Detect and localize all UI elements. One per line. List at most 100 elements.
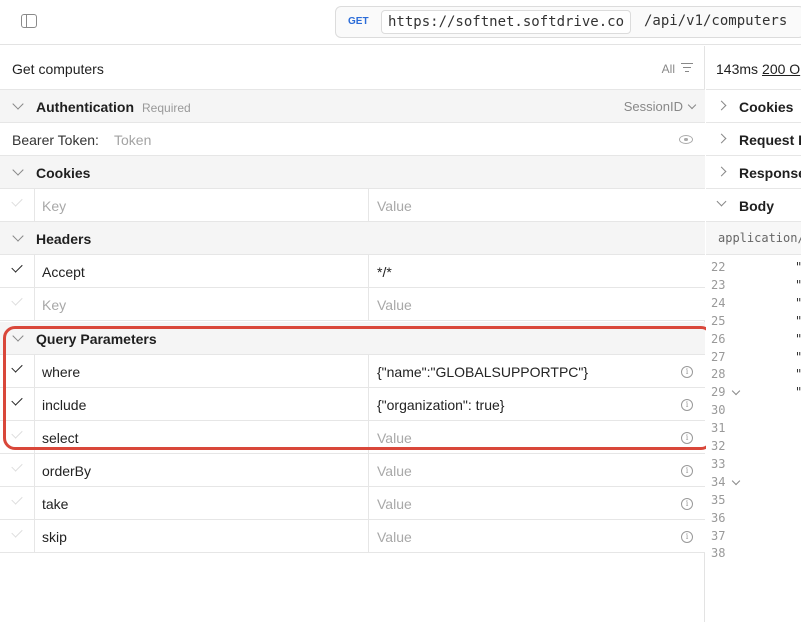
code-fragment: " — [795, 278, 801, 292]
query-param-row: skip Value i — [0, 520, 705, 553]
section-title: Headers — [36, 231, 92, 247]
line-number: 25 — [711, 313, 726, 328]
url-bar[interactable]: GET https://softnet.softdrive.co /api/v1… — [335, 6, 801, 38]
section-label: Response — [739, 165, 801, 181]
checkbox[interactable] — [11, 526, 23, 538]
line-number: 28 — [711, 367, 726, 382]
info-icon[interactable]: i — [681, 432, 693, 444]
query-param-row: orderBy Value i — [0, 454, 705, 487]
content-type: application/ — [718, 231, 801, 245]
content-type-row: application/ — [706, 222, 801, 255]
section-authentication[interactable]: Authentication Required SessionID — [0, 90, 705, 123]
code-fragment: " — [795, 385, 801, 399]
value-input[interactable]: Value — [377, 463, 412, 479]
section-title: Cookies — [36, 165, 91, 181]
auth-type-select[interactable]: SessionID — [624, 99, 683, 114]
checkbox[interactable] — [11, 261, 23, 273]
filter-label[interactable]: All — [662, 62, 675, 76]
section-query-parameters[interactable]: Query Parameters — [0, 322, 705, 355]
section-headers[interactable]: Headers — [0, 222, 705, 255]
response-section-cookies[interactable]: Cookies — [706, 90, 801, 123]
value-input[interactable]: Value — [377, 297, 412, 313]
response-status: 143ms 200 O — [716, 61, 800, 77]
section-cookies[interactable]: Cookies — [0, 156, 705, 189]
value-input[interactable]: {"organization": true} — [377, 397, 504, 413]
checkbox[interactable] — [11, 394, 23, 406]
checkbox[interactable] — [11, 361, 23, 373]
status-code[interactable]: 200 O — [762, 61, 800, 77]
section-title: Authentication — [36, 99, 134, 115]
value-input[interactable]: Value — [377, 496, 412, 512]
code-fragment: " — [795, 260, 801, 274]
checkbox[interactable] — [11, 195, 23, 207]
header-row: Key Value — [0, 288, 705, 321]
query-param-row: include {"organization": true} i — [0, 388, 705, 421]
chevron-down-icon — [716, 196, 727, 207]
value-input[interactable]: Value — [377, 529, 412, 545]
line-number: 37 — [711, 528, 726, 543]
top-bar: GET https://softnet.softdrive.co /api/v1… — [0, 0, 801, 45]
sidebar-toggle-icon[interactable] — [21, 14, 37, 28]
line-number: 35 — [711, 492, 726, 507]
line-number: 26 — [711, 331, 726, 346]
key-input[interactable]: orderBy — [42, 463, 91, 479]
section-label: Body — [739, 198, 774, 214]
line-number: 31 — [711, 421, 726, 436]
checkbox[interactable] — [11, 294, 23, 306]
chevron-down-icon[interactable] — [687, 100, 697, 110]
response-section-body[interactable]: Body — [706, 189, 801, 222]
key-input[interactable]: where — [42, 364, 80, 380]
key-input[interactable]: Key — [42, 297, 66, 313]
line-number: 27 — [711, 349, 726, 364]
response-panel: 143ms 200 O Cookies Request I Response Bo… — [706, 46, 801, 622]
code-fragment: " — [795, 296, 801, 310]
chevron-down-icon — [12, 164, 24, 176]
response-section-request-info[interactable]: Request I — [706, 123, 801, 156]
checkbox[interactable] — [11, 427, 23, 439]
checkbox[interactable] — [11, 460, 23, 472]
token-input[interactable]: Token — [114, 132, 151, 148]
value-input[interactable]: Value — [377, 198, 412, 214]
filter-icon[interactable] — [681, 63, 693, 73]
section-label: Request I — [739, 132, 801, 148]
info-icon[interactable]: i — [681, 465, 693, 477]
line-number: 24 — [711, 295, 726, 310]
info-icon[interactable]: i — [681, 531, 693, 543]
line-number: 33 — [711, 456, 726, 471]
info-icon[interactable]: i — [681, 366, 693, 378]
key-input[interactable]: Key — [42, 198, 66, 214]
fold-chevron-icon[interactable] — [732, 387, 741, 396]
eye-icon[interactable] — [679, 135, 693, 144]
checkbox[interactable] — [11, 493, 23, 505]
key-input[interactable]: skip — [42, 529, 67, 545]
info-icon[interactable]: i — [681, 399, 693, 411]
url-path[interactable]: /api/v1/computers — [644, 13, 787, 29]
value-input[interactable]: {"name":"GLOBALSUPPORTPC"} — [377, 364, 588, 380]
line-number: 36 — [711, 510, 726, 525]
code-fragment: " — [795, 367, 801, 381]
line-number: 38 — [711, 546, 726, 561]
line-number: 29 — [711, 385, 741, 399]
key-input[interactable]: Accept — [42, 264, 85, 280]
fold-chevron-icon[interactable] — [732, 476, 741, 486]
code-fragment: " — [795, 350, 801, 364]
key-input[interactable]: take — [42, 496, 68, 512]
header-row: Accept */* — [0, 255, 705, 288]
chevron-right-icon — [716, 100, 727, 111]
line-number: 22 — [711, 260, 726, 274]
chevron-down-icon — [12, 230, 24, 242]
key-input[interactable]: include — [42, 397, 86, 413]
value-input[interactable]: */* — [377, 264, 392, 280]
chevron-right-icon — [716, 166, 727, 177]
info-icon[interactable]: i — [681, 498, 693, 510]
request-name[interactable]: Get computers — [12, 61, 104, 77]
line-number: 32 — [711, 439, 726, 453]
response-section-response[interactable]: Response — [706, 156, 801, 189]
http-method-badge[interactable]: GET — [348, 16, 369, 27]
value-input[interactable]: Value — [377, 430, 412, 446]
request-title-row: Get computers All — [0, 46, 705, 90]
key-input[interactable]: select — [42, 430, 79, 446]
chevron-down-icon — [12, 98, 24, 110]
base-url[interactable]: https://softnet.softdrive.co — [381, 10, 632, 34]
section-title: Query Parameters — [36, 331, 157, 347]
